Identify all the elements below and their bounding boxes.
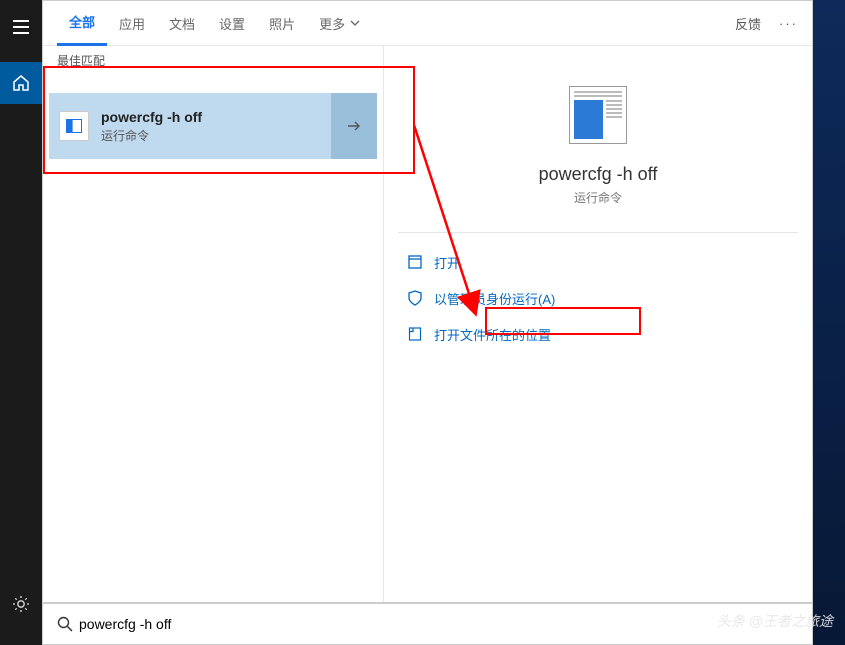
result-subtitle: 运行命令: [101, 127, 331, 144]
preview-app-icon: [569, 86, 627, 144]
folder-icon: [406, 327, 424, 341]
preview-column: powercfg -h off 运行命令 打开: [384, 46, 812, 602]
content-area: 最佳匹配 powercfg -h off 运行命令: [43, 46, 812, 602]
menu-icon: [13, 20, 29, 34]
action-run-as-admin[interactable]: 以管理员身份运行(A): [402, 283, 798, 313]
search-icon: [51, 616, 79, 632]
search-result-item[interactable]: powercfg -h off 运行命令: [49, 93, 377, 159]
tab-documents[interactable]: 文档: [157, 1, 207, 46]
run-command-icon: [59, 111, 89, 141]
action-location-label: 打开文件所在的位置: [434, 325, 551, 344]
best-match-label: 最佳匹配: [43, 46, 383, 73]
preview-separator: [398, 232, 798, 233]
results-column: 最佳匹配 powercfg -h off 运行命令: [43, 46, 383, 602]
settings-button[interactable]: [0, 583, 42, 625]
search-bar[interactable]: [42, 603, 813, 645]
tab-settings[interactable]: 设置: [207, 1, 257, 46]
home-button[interactable]: [0, 62, 42, 104]
preview-actions: 打开 以管理员身份运行(A) 打开文件所在的位置: [398, 247, 798, 349]
feedback-button[interactable]: 反馈: [735, 14, 761, 33]
hamburger-menu-button[interactable]: [0, 6, 42, 48]
tab-photos[interactable]: 照片: [257, 1, 307, 46]
action-open-label: 打开: [434, 253, 460, 272]
action-admin-label: 以管理员身份运行(A): [434, 289, 555, 308]
arrow-right-icon: [346, 118, 362, 134]
expand-result-button[interactable]: [331, 93, 377, 159]
preview-header: powercfg -h off 运行命令: [398, 58, 798, 206]
tab-all[interactable]: 全部: [57, 1, 107, 46]
action-open[interactable]: 打开: [402, 247, 798, 277]
watermark-text: 头条 @王者之旅途: [717, 611, 833, 631]
action-open-location[interactable]: 打开文件所在的位置: [402, 319, 798, 349]
home-icon: [12, 74, 30, 92]
gear-icon: [12, 595, 30, 613]
tab-apps[interactable]: 应用: [107, 1, 157, 46]
preview-title: powercfg -h off: [539, 164, 658, 185]
result-title: powercfg -h off: [101, 109, 331, 125]
shield-icon: [406, 290, 424, 306]
search-input[interactable]: [79, 616, 804, 632]
search-panel: 全部 应用 文档 设置 照片 更多 反馈 ··· 最佳匹配: [42, 0, 813, 603]
tab-more[interactable]: 更多: [307, 1, 372, 46]
preview-subtitle: 运行命令: [574, 189, 622, 206]
more-options-button[interactable]: ···: [779, 16, 798, 31]
result-text-block: powercfg -h off 运行命令: [101, 109, 331, 144]
tab-more-label: 更多: [319, 14, 345, 33]
taskbar-sidebar: [0, 0, 42, 645]
chevron-down-icon: [350, 20, 360, 26]
open-icon: [406, 255, 424, 269]
tabs-header: 全部 应用 文档 设置 照片 更多 反馈 ···: [43, 1, 812, 46]
